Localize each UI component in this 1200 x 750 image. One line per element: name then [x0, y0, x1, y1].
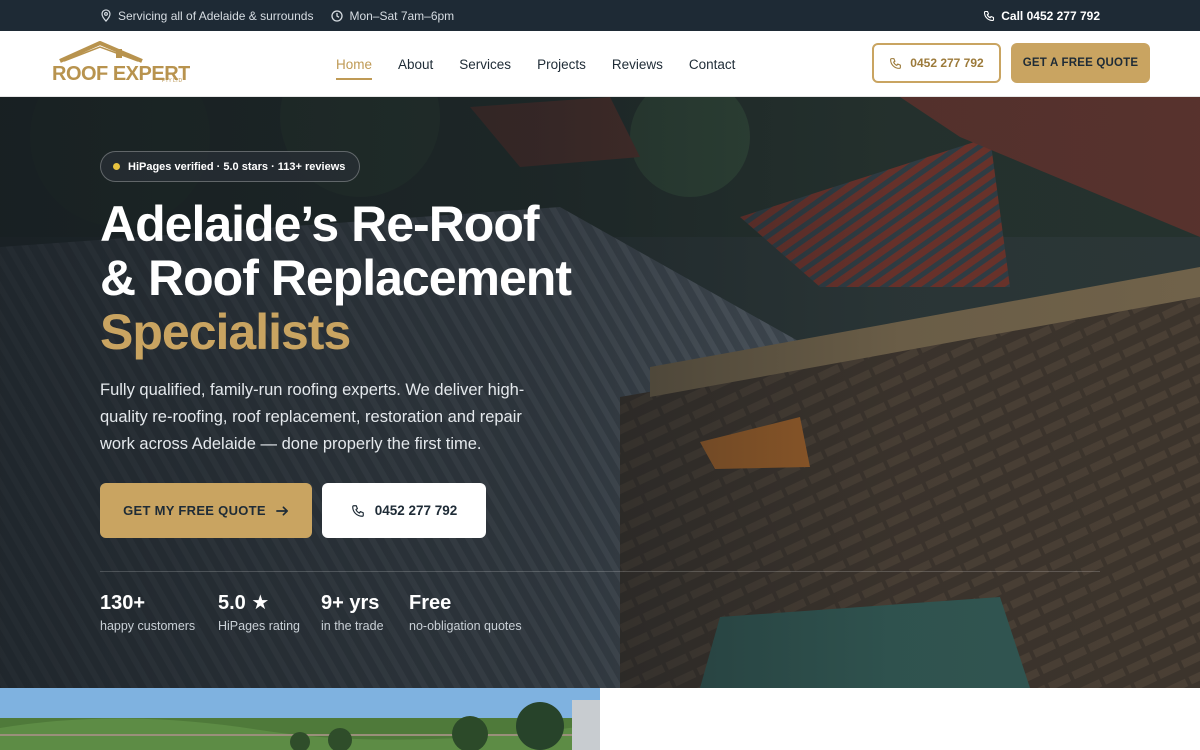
service-area: Servicing all of Adelaide & surrounds	[100, 9, 313, 23]
business-hours-text: Mon–Sat 7am–6pm	[349, 8, 455, 23]
hero-headline: Adelaide’s Re-Roof & Roof Replacement Sp…	[100, 197, 660, 359]
stat-quotes: Free no-obligation quotes	[409, 591, 522, 633]
stat-label: happy customers	[100, 619, 196, 633]
site-header: ROOF EXPERT PTY LTD Home About Services …	[0, 31, 1200, 97]
top-info-bar: Servicing all of Adelaide & surrounds Mo…	[0, 0, 1200, 31]
nav-reviews[interactable]: Reviews	[612, 51, 663, 78]
header-phone-number: 0452 277 792	[910, 56, 984, 70]
phone-icon	[890, 57, 902, 69]
arrow-right-icon	[275, 505, 288, 516]
topbar-call-link[interactable]: Call 0452 277 792	[983, 9, 1100, 23]
hipages-badge: HiPages verified · 5.0 stars · 113+ revi…	[100, 151, 361, 182]
nav-services[interactable]: Services	[459, 51, 511, 78]
svg-text:PTY LTD: PTY LTD	[162, 78, 182, 84]
map-pin-icon	[101, 9, 111, 22]
hero-phone-button[interactable]: 0452 277 792	[322, 483, 486, 538]
hipages-badge-text: HiPages verified · 5.0 stars · 113+ revi…	[128, 160, 346, 173]
headline-line-2: & Roof Replacement	[100, 250, 572, 306]
stat-customers: 130+ happy customers	[100, 591, 195, 633]
nav-projects[interactable]: Projects	[537, 51, 586, 78]
hero-divider	[100, 571, 1100, 572]
get-free-quote-label: GET MY FREE QUOTE	[123, 503, 266, 518]
business-hours: Mon–Sat 7am–6pm	[331, 9, 454, 23]
nav-about[interactable]: About	[398, 51, 433, 78]
stat-rating: 5.0 ★ HiPages rating	[218, 591, 300, 633]
project-photo	[0, 688, 600, 750]
hero-lead-text: Fully qualified, family-run roofing expe…	[100, 381, 525, 453]
status-dot-icon	[113, 163, 120, 170]
stat-value: 9+ yrs	[321, 592, 380, 614]
stat-label: no-obligation quotes	[409, 619, 522, 633]
stat-value: 5.0 ★	[218, 592, 270, 614]
topbar-call-text: Call 0452 277 792	[1001, 8, 1100, 23]
hero-phone-number: 0452 277 792	[374, 503, 458, 518]
nav-home[interactable]: Home	[336, 51, 373, 80]
hero-section: HiPages verified · 5.0 stars · 113+ revi…	[0, 97, 1200, 688]
clock-icon	[331, 9, 344, 22]
phone-icon	[351, 504, 364, 517]
stat-value: Free	[409, 592, 452, 614]
headline-line-1: Adelaide’s Re-Roof	[100, 196, 540, 252]
service-area-text: Servicing all of Adelaide & surrounds	[118, 8, 314, 23]
main-nav: Home About Services Projects Reviews Con…	[336, 31, 735, 97]
roof-expert-logo[interactable]: ROOF EXPERT PTY LTD	[50, 39, 191, 89]
get-free-quote-button[interactable]: GET MY FREE QUOTE	[100, 483, 312, 538]
stat-label: HiPages rating	[218, 619, 300, 633]
stat-label: in the trade	[321, 619, 384, 633]
header-quote-button[interactable]: GET A FREE QUOTE	[1011, 43, 1150, 83]
stat-value: 130+	[100, 592, 146, 614]
nav-contact[interactable]: Contact	[689, 51, 736, 78]
content-panel	[600, 688, 1200, 750]
stat-years: 9+ yrs in the trade	[321, 591, 384, 633]
header-phone-button[interactable]: 0452 277 792	[872, 43, 1001, 83]
phone-icon	[984, 10, 995, 21]
headline-accent: Specialists	[100, 304, 351, 360]
